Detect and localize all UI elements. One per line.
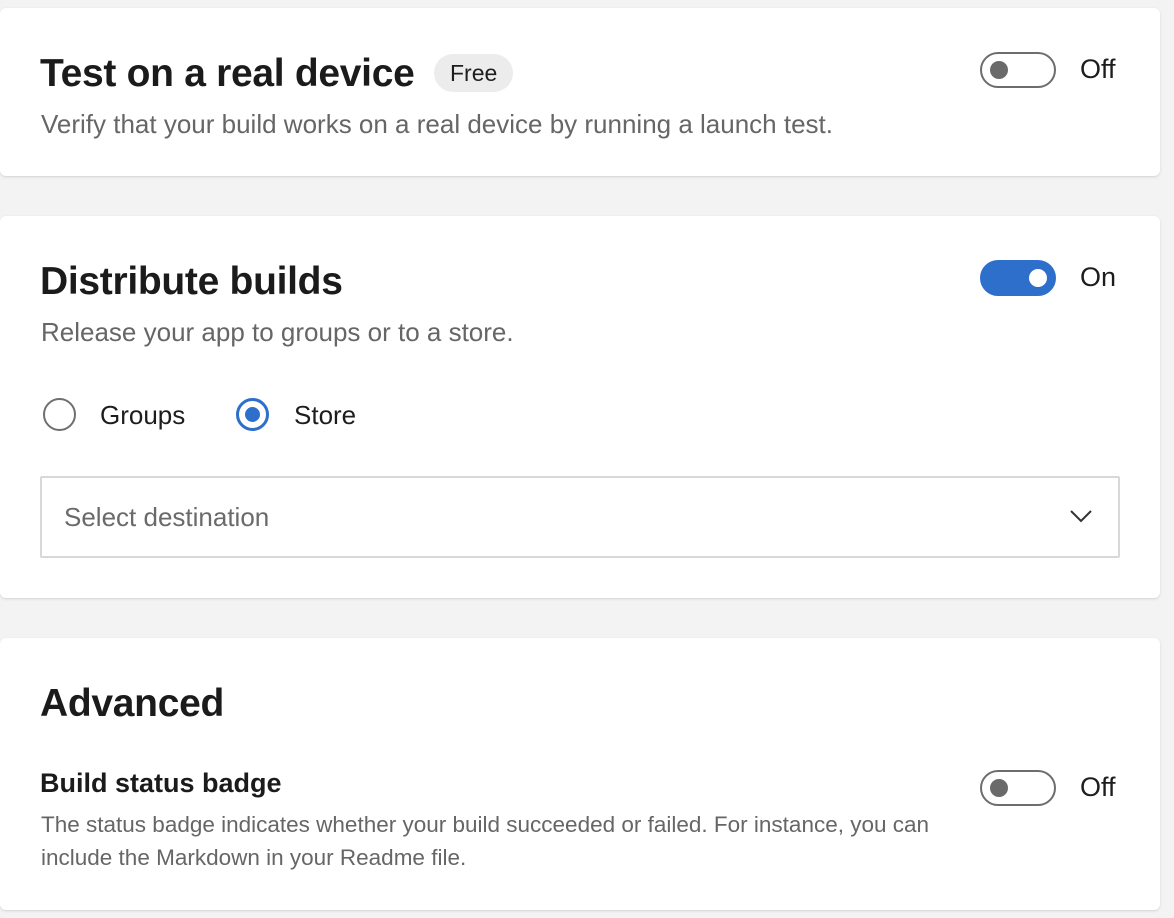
distribute-builds-card: Distribute builds Release your app to gr… bbox=[0, 216, 1160, 598]
test-device-description: Verify that your build works on a real d… bbox=[41, 109, 833, 139]
destination-placeholder: Select destination bbox=[64, 502, 270, 532]
advanced-card: Advanced Build status badge The status b… bbox=[0, 638, 1160, 910]
build-status-badge-toggle-state: Off bbox=[1080, 772, 1116, 802]
toggle-knob bbox=[990, 61, 1008, 79]
distribute-description: Release your app to groups or to a store… bbox=[41, 317, 514, 347]
test-device-card: Test on a real device Free Verify that y… bbox=[0, 8, 1160, 176]
distribute-toggle[interactable] bbox=[980, 260, 1056, 296]
distribute-title: Distribute builds bbox=[40, 260, 343, 303]
radio-store-label[interactable]: Store bbox=[294, 400, 356, 431]
distribute-toggle-state: On bbox=[1080, 262, 1117, 292]
advanced-title: Advanced bbox=[40, 682, 224, 725]
chevron-down-icon bbox=[1070, 510, 1092, 523]
free-badge: Free bbox=[434, 54, 514, 92]
build-status-badge-title: Build status badge bbox=[40, 768, 282, 798]
radio-store[interactable] bbox=[236, 398, 269, 431]
destination-select[interactable]: Select destination bbox=[40, 476, 1120, 558]
toggle-knob bbox=[1029, 269, 1047, 287]
toggle-knob bbox=[990, 779, 1008, 797]
build-status-badge-description: The status badge indicates whether your … bbox=[41, 812, 930, 870]
radio-groups-label[interactable]: Groups bbox=[100, 400, 185, 431]
test-device-toggle[interactable] bbox=[980, 52, 1056, 88]
test-device-toggle-state: Off bbox=[1080, 54, 1116, 84]
build-status-badge-toggle[interactable] bbox=[980, 770, 1056, 806]
test-device-title: Test on a real device bbox=[40, 52, 415, 95]
radio-groups[interactable] bbox=[43, 398, 76, 431]
radio-selected-dot bbox=[245, 407, 260, 422]
